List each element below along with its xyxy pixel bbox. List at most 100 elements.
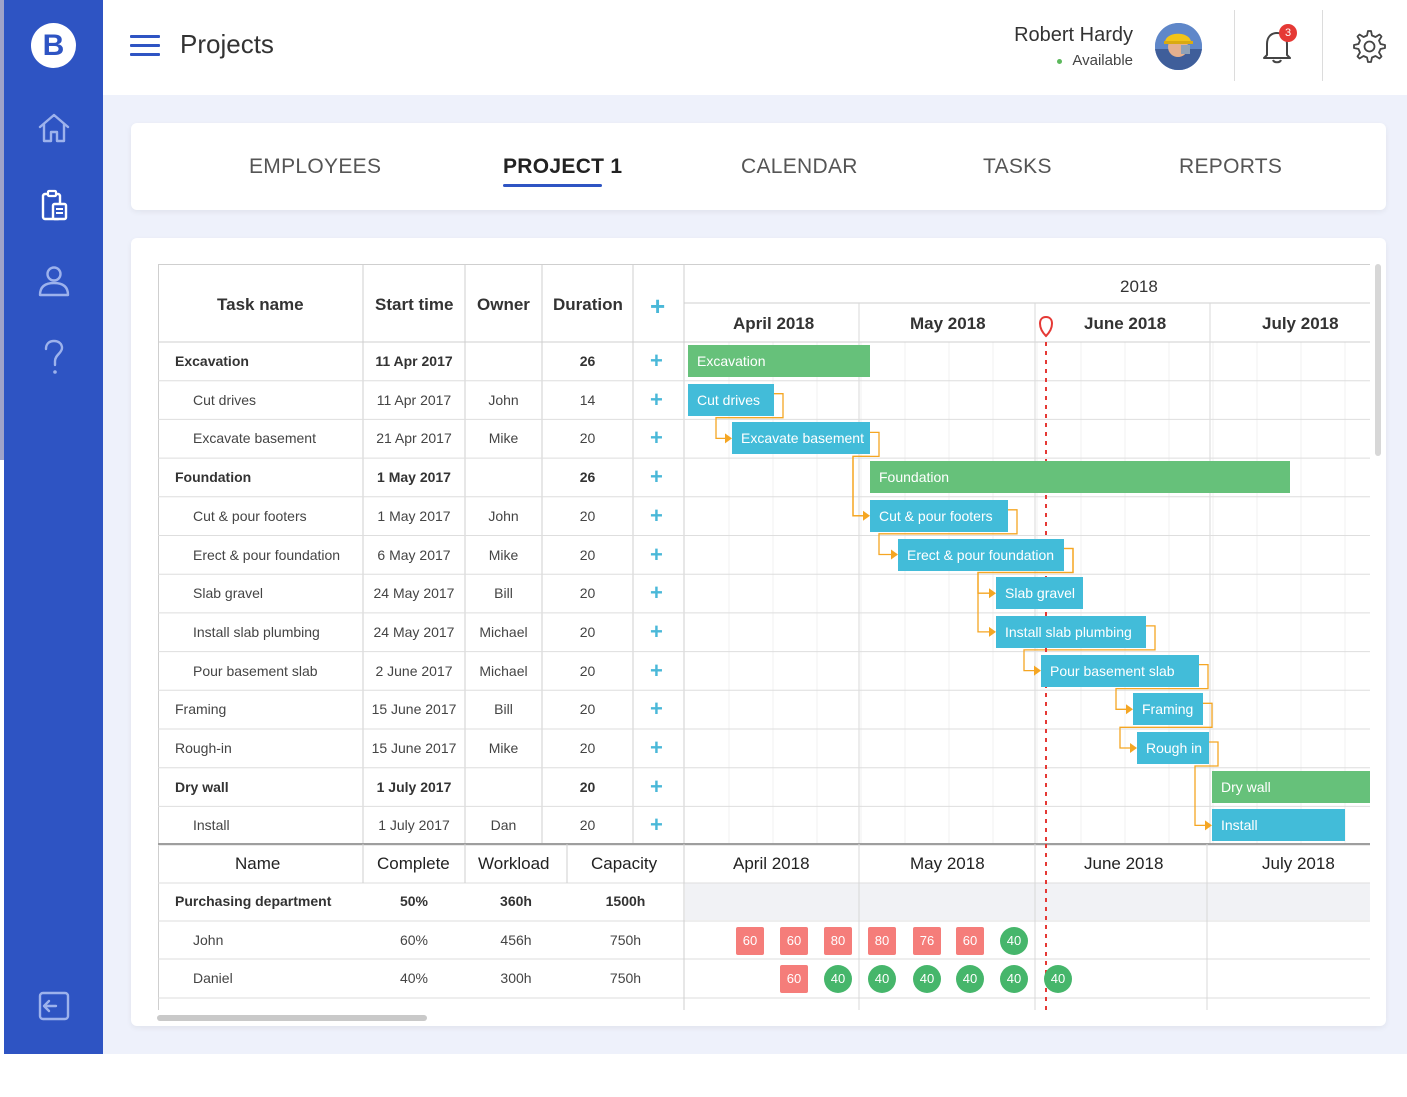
- task-duration: 20: [579, 701, 596, 718]
- workload-chip: 40: [824, 965, 852, 993]
- task-duration: 20: [579, 662, 596, 679]
- gantt-bar[interactable]: Cut drives: [688, 383, 774, 416]
- add-subtask-icon[interactable]: +: [650, 388, 663, 411]
- task-start: 1 May 2017: [377, 507, 451, 524]
- resource-capacity: 750h: [609, 970, 642, 986]
- header-start-time[interactable]: Start time: [375, 295, 453, 315]
- home-icon[interactable]: [34, 108, 74, 148]
- add-subtask-icon[interactable]: +: [650, 775, 663, 798]
- add-subtask-icon[interactable]: +: [650, 350, 663, 372]
- gantt-bar[interactable]: Excavation: [688, 345, 870, 377]
- logout-icon[interactable]: [34, 986, 74, 1026]
- resource-name: Daniel: [193, 970, 233, 986]
- res-month-july: July 2018: [1262, 854, 1335, 873]
- add-task-icon[interactable]: +: [650, 293, 665, 319]
- task-duration: 20: [579, 507, 596, 524]
- tab-reports[interactable]: REPORTS: [1179, 155, 1282, 179]
- task-duration: 20: [579, 817, 596, 834]
- header-capacity[interactable]: Capacity: [591, 854, 657, 874]
- task-duration: 20: [579, 546, 596, 563]
- gantt-bar[interactable]: Slab gravel: [996, 577, 1083, 610]
- task-owner: Mike: [488, 430, 519, 447]
- active-tab-indicator: [503, 184, 602, 187]
- month-july: July 2018: [1262, 314, 1339, 333]
- task-start: 1 July 2017: [378, 817, 450, 834]
- gantt-bar[interactable]: Foundation: [870, 461, 1290, 494]
- tabs-bar: EMPLOYEES PROJECT 1 CALENDAR TASKS REPOR…: [131, 123, 1386, 210]
- gantt-bar[interactable]: Dry wall: [1212, 770, 1370, 803]
- add-subtask-icon[interactable]: +: [650, 543, 663, 566]
- task-name: Excavate basement: [193, 430, 316, 447]
- add-subtask-icon[interactable]: +: [650, 504, 663, 527]
- gantt-bar[interactable]: Excavate basement: [732, 422, 870, 455]
- task-name: Pour basement slab: [193, 662, 318, 679]
- gantt-bar[interactable]: Rough in: [1137, 732, 1209, 764]
- add-subtask-icon[interactable]: +: [650, 427, 663, 449]
- user-status-text: Available: [1072, 52, 1133, 69]
- add-subtask-icon[interactable]: +: [650, 659, 663, 682]
- resource-workload: 456h: [500, 931, 532, 948]
- task-duration: 20: [579, 778, 596, 795]
- gantt-bar[interactable]: Pour basement slab: [1041, 654, 1199, 687]
- header-complete[interactable]: Complete: [377, 854, 450, 874]
- resource-complete: 50%: [399, 893, 429, 909]
- resource-name: Purchasing department: [175, 893, 332, 909]
- tab-calendar[interactable]: CALENDAR: [741, 155, 858, 179]
- vertical-scrollbar[interactable]: [1375, 264, 1381, 456]
- add-subtask-icon[interactable]: +: [650, 466, 663, 488]
- month-april: April 2018: [733, 314, 815, 333]
- notification-badge: 3: [1279, 24, 1297, 42]
- month-may: May 2018: [910, 314, 986, 333]
- add-subtask-icon[interactable]: +: [650, 620, 663, 643]
- tab-employees[interactable]: EMPLOYEES: [249, 155, 381, 179]
- res-month-april: April 2018: [733, 854, 810, 873]
- add-subtask-icon[interactable]: +: [650, 737, 663, 759]
- add-subtask-icon[interactable]: +: [650, 698, 663, 720]
- logo[interactable]: B: [31, 23, 76, 68]
- help-icon[interactable]: [34, 337, 74, 377]
- workload-chip: 40: [1000, 926, 1028, 955]
- task-duration: 20: [579, 585, 596, 602]
- user-name: Robert Hardy: [1014, 24, 1133, 46]
- gantt-bar[interactable]: Framing: [1133, 693, 1203, 726]
- task-name: Cut & pour footers: [193, 507, 307, 524]
- tab-tasks[interactable]: TASKS: [983, 155, 1052, 179]
- workload-chip: 80: [868, 926, 896, 955]
- gantt-bar[interactable]: Erect & pour foundation: [898, 538, 1064, 571]
- add-subtask-icon[interactable]: +: [650, 582, 663, 604]
- task-start: 24 May 2017: [373, 585, 455, 602]
- task-owner: Bill: [494, 585, 513, 602]
- task-owner: John: [488, 507, 519, 524]
- workload-chip: 60: [780, 926, 808, 955]
- task-start: 1 July 2017: [376, 778, 452, 795]
- avatar[interactable]: [1155, 23, 1202, 70]
- header-duration[interactable]: Duration: [553, 295, 623, 315]
- gantt-bar[interactable]: Install: [1212, 809, 1345, 842]
- workload-chip: 40: [1000, 965, 1028, 993]
- resource-complete: 60%: [399, 931, 429, 948]
- header-resource-name[interactable]: Name: [235, 854, 280, 874]
- task-start: 21 Apr 2017: [376, 430, 452, 447]
- task-name: Excavation: [175, 353, 249, 369]
- header-owner[interactable]: Owner: [477, 295, 530, 315]
- workload-chip: 80: [824, 926, 852, 955]
- task-start: 24 May 2017: [373, 623, 455, 640]
- task-start: 11 Apr 2017: [376, 391, 452, 408]
- header-task-name[interactable]: Task name: [217, 295, 304, 315]
- status-dot: [1057, 58, 1063, 64]
- task-start: 15 June 2017: [371, 740, 457, 756]
- horizontal-scrollbar[interactable]: [157, 1015, 427, 1021]
- gantt-bar[interactable]: Cut & pour footers: [870, 499, 1008, 532]
- add-subtask-icon[interactable]: +: [650, 814, 663, 836]
- user-icon[interactable]: [34, 261, 74, 301]
- task-name: Erect & pour foundation: [193, 546, 341, 563]
- hamburger-menu-icon[interactable]: [130, 35, 160, 57]
- tab-project-1[interactable]: PROJECT 1: [503, 155, 622, 179]
- task-owner: Mike: [488, 546, 519, 563]
- header-workload[interactable]: Workload: [478, 854, 550, 874]
- gear-icon[interactable]: [1350, 28, 1386, 64]
- gantt-bar[interactable]: Install slab plumbing: [996, 615, 1146, 648]
- resource-capacity: 750h: [609, 931, 642, 948]
- clipboard-icon[interactable]: [34, 186, 74, 226]
- month-june: June 2018: [1084, 314, 1167, 333]
